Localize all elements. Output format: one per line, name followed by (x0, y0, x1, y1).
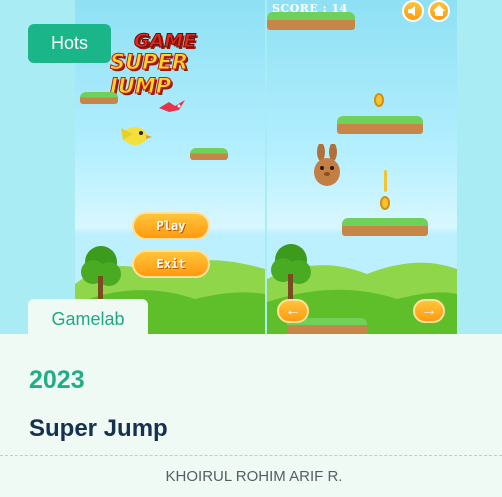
game-title[interactable]: Super Jump (29, 415, 168, 443)
play-button[interactable]: Play (132, 212, 210, 240)
red-bird-icon (159, 100, 185, 112)
coin-icon (380, 196, 390, 210)
home-icon[interactable] (428, 0, 450, 22)
logo-text-game: GAME (133, 30, 197, 53)
game-card[interactable]: GAME SUPER JUMP Play Exit SCORE: 14 ← →… (0, 0, 502, 497)
platform (190, 148, 228, 160)
coin-icon (374, 93, 384, 107)
category-tag[interactable]: Gamelab (28, 299, 148, 334)
coin-spin-icon (384, 170, 387, 192)
platform (80, 92, 118, 104)
gameplay-screenshot: SCORE : 14 ← → (267, 0, 457, 334)
game-thumbnail[interactable]: GAME SUPER JUMP Play Exit SCORE: 14 ← →… (0, 0, 502, 334)
platform (337, 116, 423, 134)
yellow-bird-icon (121, 127, 152, 145)
hots-badge: Hots (28, 24, 111, 63)
divider (0, 455, 502, 456)
platform (342, 218, 428, 236)
author-name: KHOIRUL ROHIM ARIF R. (165, 468, 343, 485)
logo-text-super-jump: SUPER JUMP (110, 50, 189, 99)
platform (267, 12, 355, 30)
exit-button[interactable]: Exit (132, 250, 210, 278)
move-right-button[interactable]: → (413, 299, 445, 323)
release-year: 2023 (29, 366, 85, 394)
move-left-button[interactable]: ← (277, 299, 309, 323)
bunny-player-icon (314, 144, 340, 186)
game-logo: GAME SUPER JUMP (110, 30, 230, 99)
speaker-icon[interactable] (402, 0, 424, 22)
